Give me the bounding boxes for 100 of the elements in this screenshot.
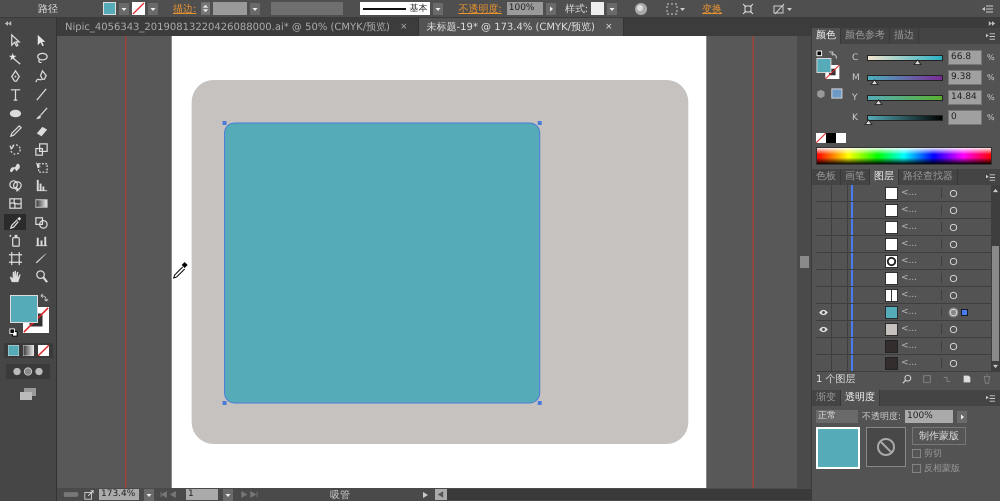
- scroll-left-icon[interactable]: [435, 489, 447, 500]
- channel-value-field[interactable]: 0: [948, 110, 982, 125]
- horizontal-scrollbar[interactable]: [435, 489, 811, 500]
- make-mask-button[interactable]: 制作蒙版: [912, 427, 966, 445]
- layer-row[interactable]: <...: [816, 270, 991, 287]
- zoom-field[interactable]: 173.4%: [99, 489, 139, 500]
- panel-tab[interactable]: 描边: [890, 28, 919, 44]
- gradient-mode-icon[interactable]: [22, 344, 34, 356]
- style-swatch[interactable]: [591, 2, 604, 15]
- target-icon[interactable]: [948, 324, 959, 334]
- channel-value-field[interactable]: 66.8: [948, 50, 982, 65]
- target-icon[interactable]: [948, 306, 959, 318]
- collapse-icon[interactable]: [4, 21, 12, 26]
- layer-row[interactable]: <...: [816, 287, 991, 304]
- arrow-right-icon[interactable]: [957, 410, 968, 422]
- caret-icon[interactable]: [119, 2, 129, 14]
- scroll-down-icon[interactable]: [992, 364, 999, 369]
- stroke-swatch[interactable]: [132, 2, 145, 15]
- tool-button[interactable]: [4, 214, 26, 230]
- target-icon[interactable]: [948, 340, 959, 352]
- swap-icon[interactable]: [40, 292, 49, 302]
- blend-mode-dropdown[interactable]: 正常: [816, 410, 858, 423]
- panel-tab[interactable]: 颜色: [812, 28, 841, 44]
- dashed-select-icon[interactable]: [665, 2, 688, 16]
- channel-value-field[interactable]: 14.84: [948, 90, 982, 105]
- transform-link[interactable]: 变换: [702, 2, 722, 16]
- mask-placeholder-icon[interactable]: [866, 427, 906, 467]
- none-mode-icon[interactable]: [38, 344, 48, 356]
- layer-row[interactable]: <...: [816, 202, 991, 219]
- close-tab-button[interactable]: ×: [604, 22, 613, 32]
- opacity-field[interactable]: 100%: [506, 2, 543, 15]
- checkbox-option[interactable]: 反相蒙版: [912, 462, 966, 475]
- slider-thumb[interactable]: [912, 58, 922, 64]
- close-tab-button[interactable]: ×: [400, 22, 408, 32]
- quick-swatches[interactable]: [816, 133, 846, 143]
- caret-icon[interactable]: [144, 488, 154, 500]
- panel-tab[interactable]: 图层: [870, 169, 899, 185]
- layer-row[interactable]: <...: [816, 355, 991, 372]
- export-icon[interactable]: [84, 490, 94, 500]
- color-spectrum[interactable]: [816, 147, 992, 165]
- panel-tab[interactable]: 颜色参考: [841, 28, 890, 44]
- spinner-icon[interactable]: [201, 2, 210, 15]
- panel-tab[interactable]: 色板: [812, 169, 841, 185]
- layer-row[interactable]: <...: [816, 321, 991, 338]
- web-safe-color-icon[interactable]: [816, 88, 844, 99]
- new-layer-icon[interactable]: [962, 374, 972, 384]
- globe-icon[interactable]: [634, 2, 648, 16]
- layer-row[interactable]: <...: [816, 338, 991, 355]
- vertical-scrollbar[interactable]: [797, 36, 811, 488]
- panel-menu-icon[interactable]: [985, 394, 996, 402]
- target-icon[interactable]: [948, 272, 959, 284]
- slider-thumb[interactable]: [870, 78, 880, 84]
- eye-icon[interactable]: [818, 326, 829, 332]
- isolate-icon[interactable]: [772, 2, 794, 16]
- caret-icon[interactable]: [433, 2, 444, 14]
- page-field[interactable]: 1: [186, 489, 218, 500]
- target-icon[interactable]: [948, 188, 959, 198]
- checkbox[interactable]: [912, 464, 921, 473]
- layer-row[interactable]: <...: [816, 219, 991, 236]
- arrow-right-icon[interactable]: [546, 2, 556, 14]
- eye-icon[interactable]: [818, 308, 829, 316]
- expand-icon[interactable]: [988, 21, 996, 26]
- default-colors-icon[interactable]: [9, 328, 18, 337]
- align-icon[interactable]: [741, 2, 756, 16]
- document-tab[interactable]: 未标题-19* @ 173.4% (CMYK/预览) ×: [418, 18, 624, 36]
- fill-color-swatch[interactable]: [10, 294, 38, 323]
- checkbox-option[interactable]: 剪切: [912, 447, 966, 460]
- checkbox[interactable]: [912, 449, 921, 458]
- layer-row[interactable]: <...: [816, 304, 991, 321]
- target-icon[interactable]: [948, 256, 959, 266]
- stroke-weight-field[interactable]: [213, 2, 248, 15]
- target-icon[interactable]: [948, 238, 959, 250]
- caret-icon[interactable]: [607, 2, 618, 14]
- brush-dropdown[interactable]: 基本: [360, 2, 430, 15]
- caret-icon[interactable]: [223, 488, 233, 500]
- scroll-up-icon[interactable]: [992, 188, 999, 193]
- layer-row[interactable]: <...: [816, 253, 991, 270]
- screen-mode-icon[interactable]: [19, 386, 37, 401]
- stroke-link[interactable]: 描边:: [173, 2, 196, 16]
- panel-tab[interactable]: 透明度: [841, 390, 880, 406]
- opacity-link[interactable]: 不透明度:: [458, 2, 502, 16]
- target-icon[interactable]: [948, 358, 959, 368]
- target-icon[interactable]: [948, 290, 959, 300]
- slider-thumb[interactable]: [864, 118, 872, 124]
- caret-icon[interactable]: [148, 2, 158, 14]
- fill-swatch[interactable]: [103, 2, 116, 15]
- target-icon[interactable]: [948, 222, 959, 232]
- panel-tab[interactable]: 路径查找器: [899, 169, 958, 185]
- color-mode-icon[interactable]: [8, 344, 18, 356]
- search-icon[interactable]: [902, 374, 912, 384]
- panel-menu-icon[interactable]: [985, 172, 996, 182]
- slider-thumb[interactable]: [874, 98, 884, 104]
- layers-scrollbar[interactable]: [991, 185, 1000, 372]
- opacity-field[interactable]: 100%: [905, 410, 954, 423]
- layer-row[interactable]: <...: [816, 236, 991, 253]
- caret-icon[interactable]: [250, 2, 260, 14]
- panel-menu-icon[interactable]: [985, 32, 996, 40]
- make-clipping-mask-icon[interactable]: [922, 374, 932, 384]
- target-icon[interactable]: [948, 204, 959, 216]
- channel-value-field[interactable]: 9.38: [948, 70, 982, 85]
